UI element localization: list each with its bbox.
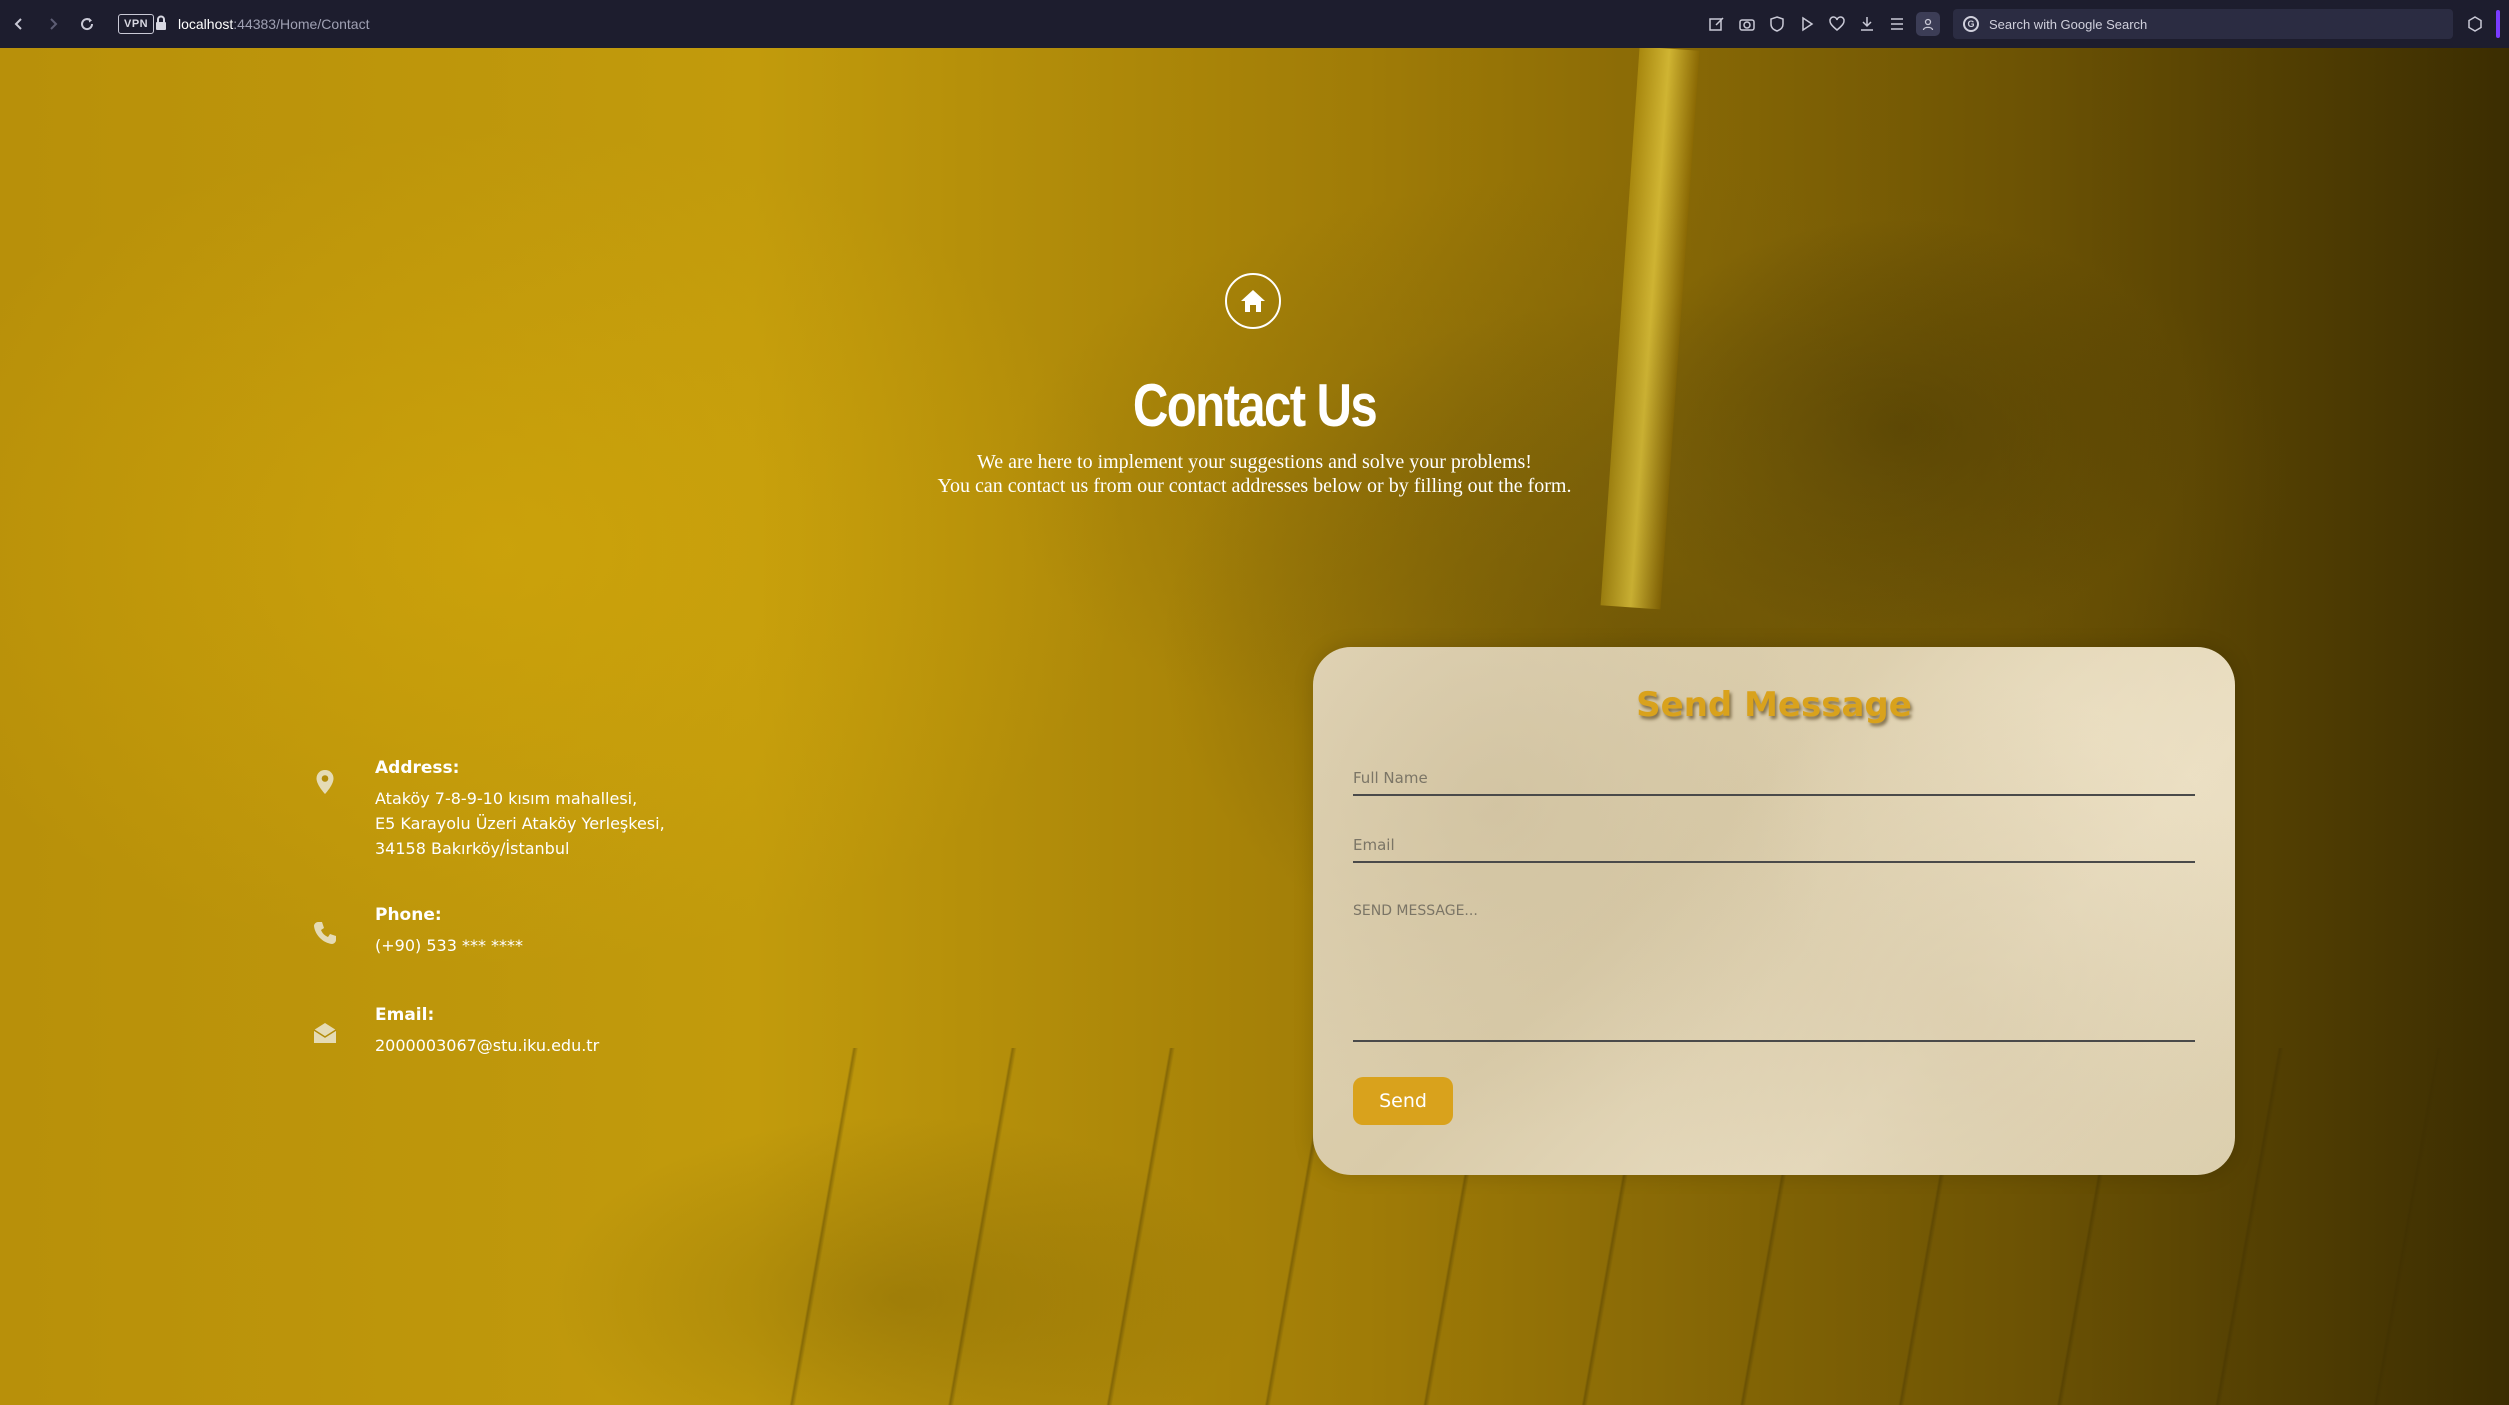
lock-icon[interactable] (151, 13, 171, 33)
url-path: :44383/Home/Contact (233, 16, 370, 32)
address-text: Address: Ataköy 7-8-9-10 kısım mahallesi… (375, 758, 795, 861)
email-label: Email: (375, 1005, 435, 1025)
google-icon: G (1963, 16, 1979, 32)
email-value: 2000003067@stu.iku.edu.tr (375, 1036, 600, 1055)
page-subtitle: We are here to implement your suggestion… (0, 450, 2509, 498)
download-icon[interactable] (1856, 13, 1878, 35)
message-placeholder: SEND MESSAGE... (1353, 903, 1478, 919)
subtitle-line: We are here to implement your suggestion… (977, 451, 1532, 473)
toolbar-icons (1706, 0, 1940, 48)
phone-label: Phone: (375, 905, 442, 925)
url-host: localhost (178, 16, 234, 32)
address-bar[interactable]: localhost:44383/Home/Contact (178, 14, 369, 34)
menu-icon[interactable] (1886, 13, 1908, 35)
message-textarea[interactable]: SEND MESSAGE... (1353, 900, 2195, 1042)
address-line: Ataköy 7-8-9-10 kısım mahallesi, (375, 789, 638, 808)
address-line: E5 Karayolu Üzeri Ataköy Yerleşkesi, (375, 814, 665, 833)
user-icon (1922, 18, 1934, 31)
search-placeholder: Search with Google Search (1989, 16, 2148, 32)
profile-button[interactable] (1916, 12, 1940, 36)
form-title: Send Message (1636, 685, 1912, 725)
email-field[interactable]: Email (1353, 833, 2195, 863)
camera-icon[interactable] (1736, 13, 1758, 35)
phone-icon (305, 913, 345, 953)
heart-icon[interactable] (1826, 13, 1848, 35)
forward-arrow-icon (50, 18, 58, 30)
play-icon[interactable] (1796, 13, 1818, 35)
home-icon (1241, 290, 1265, 312)
subtitle-line: You can contact us from our contact addr… (937, 475, 1572, 497)
home-button[interactable] (1225, 273, 1281, 329)
reload-icon (81, 18, 94, 31)
sidebar-accent (2496, 10, 2500, 38)
background-pen (1600, 48, 1700, 610)
contact-page: Contact Us We are here to implement your… (0, 48, 2509, 1405)
forward-button[interactable] (36, 7, 70, 41)
phone-text: Phone: (+90) 533 *** **** (375, 905, 795, 958)
phone-value: (+90) 533 *** **** (375, 936, 524, 955)
browser-toolbar: VPN localhost:44383/Home/Contact G Searc… (0, 0, 2509, 49)
email-text: Email: 2000003067@stu.iku.edu.tr (375, 1005, 795, 1058)
full-name-placeholder: Full Name (1353, 769, 1428, 787)
back-button[interactable] (2, 7, 36, 41)
envelope-open-icon (305, 1013, 345, 1053)
full-name-field[interactable]: Full Name (1353, 766, 2195, 796)
back-arrow-icon (14, 18, 22, 30)
extensions-icon[interactable] (2464, 13, 2486, 35)
address-label: Address: (375, 758, 460, 778)
send-button[interactable]: Send (1353, 1077, 1453, 1125)
browser-search-input[interactable]: G Search with Google Search (1953, 9, 2453, 39)
edit-icon[interactable] (1706, 13, 1728, 35)
shield-icon[interactable] (1766, 13, 1788, 35)
email-placeholder: Email (1353, 836, 1395, 854)
page-title: Contact Us (1132, 372, 1378, 439)
message-form: Send Message Full Name Email SEND MESSAG… (1313, 647, 2235, 1175)
reload-button[interactable] (70, 7, 104, 41)
location-pin-icon (305, 762, 345, 802)
vpn-badge[interactable]: VPN (118, 14, 155, 34)
address-line: 34158 Bakırköy/İstanbul (375, 839, 570, 858)
